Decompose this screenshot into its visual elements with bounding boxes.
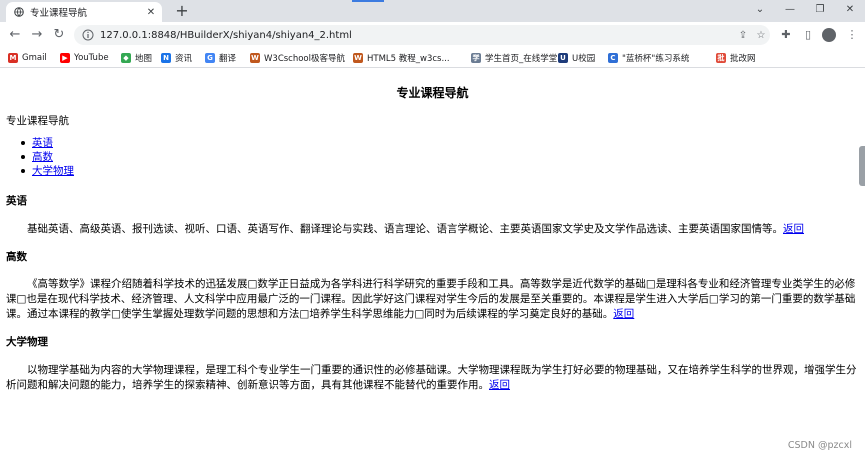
page-heading: 专业课程导航 — [396, 86, 469, 100]
extensions-icon[interactable]: ✚ — [778, 27, 794, 43]
paragraph-text: 基础英语、高级英语、报刊选读、视听、口语、英语写作、翻译理论与实践、语言理论、语… — [27, 223, 783, 235]
list-item: 英语 — [21, 136, 74, 150]
bookmark-label: 翻译 — [219, 54, 237, 64]
gmail-icon: M — [8, 53, 18, 63]
chevron-down-icon[interactable]: ⌄ — [746, 0, 774, 22]
maps-icon: ◆ — [121, 53, 131, 63]
back-link[interactable]: 返回 — [489, 379, 510, 391]
bookmark-star-icon[interactable]: ☆ — [752, 30, 770, 41]
close-tab-icon[interactable]: ✕ — [144, 7, 158, 18]
restore-icon[interactable]: ❐ — [806, 0, 834, 22]
w3cschool-icon: W — [250, 53, 260, 63]
section-heading-english: 英语 — [6, 195, 27, 207]
news-icon: N — [161, 53, 171, 63]
nav-link-english[interactable]: 英语 — [32, 137, 53, 149]
back-link[interactable]: 返回 — [783, 223, 804, 235]
bookmark-item[interactable]: 批批改网 — [716, 51, 756, 65]
translate-icon: G — [205, 53, 215, 63]
bookmark-label: 批改网 — [730, 54, 756, 64]
nav-link-physics[interactable]: 大学物理 — [32, 165, 74, 177]
tab-strip-accent — [352, 0, 384, 2]
course-nav-list: 英语 高数 大学物理 — [21, 136, 74, 178]
bookmark-label: 学生首页_在线学堂... — [485, 54, 566, 64]
browser-toolbar: ← → ↻ ⇪ ☆ ✚ ▯ ⋮ — [0, 22, 865, 48]
xuetang-icon: 学 — [471, 53, 481, 63]
menu-kebab-icon[interactable]: ⋮ — [844, 27, 860, 43]
section-text-physics: 以物理学基础为内容的大学物理课程，是理工科个专业学生一门重要的通识性的必修基础课… — [6, 363, 858, 393]
section-text-english: 基础英语、高级英语、报刊选读、视听、口语、英语写作、翻译理论与实践、语言理论、语… — [6, 222, 858, 237]
section-text-math: 《高等数学》课程介绍随着科学技术的迅猛发展□数学正日益成为各学科进行科学研究的重… — [6, 277, 858, 322]
title-bar: 专业课程导航 ✕ + ⌄ — ❐ ✕ — [0, 0, 865, 22]
bookmark-item[interactable]: M Gmail — [8, 51, 47, 65]
bookmark-item[interactable]: N 资讯 — [161, 51, 192, 65]
pigai-icon: 批 — [716, 53, 726, 63]
bookmark-item[interactable]: 学学生首页_在线学堂... — [471, 51, 565, 65]
page-content: 专业课程导航 专业课程导航 英语 高数 大学物理 英语 基础英语、高级英语、报刊… — [0, 68, 865, 462]
bookmark-label: HTML5 教程_w3cs... — [367, 54, 450, 64]
w3cschool-icon: W — [353, 53, 363, 63]
bookmark-item[interactable]: C "蓝桥杯"练习系统 — [608, 51, 689, 65]
bookmark-label: Gmail — [22, 53, 47, 63]
bookmark-item[interactable]: W HTML5 教程_w3cs... — [353, 51, 450, 65]
section-heading-physics: 大学物理 — [6, 336, 48, 348]
reload-icon[interactable]: ↻ — [50, 26, 68, 44]
lanqiao-icon: C — [608, 53, 618, 63]
site-info-icon[interactable] — [82, 29, 94, 41]
bookmark-label: 资讯 — [175, 54, 193, 64]
bookmarks-bar: M Gmail ▶ YouTube ◆ 地图 N 资讯 G 翻译 W W3Cschool极客导航 W HT… — [0, 48, 865, 68]
paragraph-text: 《高等数学》课程介绍随着科学技术的迅猛发展□数学正日益成为各学科进行科学研究的重… — [6, 278, 856, 320]
bookmark-label: 地图 — [135, 54, 153, 64]
globe-icon — [14, 7, 24, 17]
bookmark-item[interactable]: ◆ 地图 — [121, 51, 152, 65]
back-icon[interactable]: ← — [6, 26, 24, 44]
watermark: CSDN @pzcxl — [787, 440, 852, 451]
youtube-icon: ▶ — [60, 53, 70, 63]
list-item: 大学物理 — [21, 164, 74, 178]
uxiaoyuan-icon: U — [558, 53, 568, 63]
side-panel-icon[interactable]: ▯ — [800, 27, 816, 43]
bookmark-item[interactable]: U U校园 — [558, 51, 595, 65]
browser-tab[interactable]: 专业课程导航 ✕ — [6, 2, 162, 22]
bookmark-label: U校园 — [572, 54, 596, 64]
share-icon[interactable]: ⇪ — [734, 30, 752, 41]
side-handle[interactable] — [859, 146, 865, 186]
paragraph-text: 以物理学基础为内容的大学物理课程，是理工科个专业学生一门重要的通识性的必修基础课… — [6, 364, 857, 391]
bookmark-item[interactable]: ▶ YouTube — [60, 51, 109, 65]
list-item: 高数 — [21, 150, 74, 164]
nav-link-math[interactable]: 高数 — [32, 151, 53, 163]
new-tab-icon[interactable]: + — [172, 2, 192, 20]
bookmark-item[interactable]: W W3Cschool极客导航 — [250, 51, 345, 65]
bookmark-item[interactable]: G 翻译 — [205, 51, 236, 65]
intro-text: 专业课程导航 — [6, 115, 69, 127]
bookmark-label: "蓝桥杯"练习系统 — [622, 54, 690, 64]
bookmark-label: YouTube — [74, 53, 109, 63]
profile-avatar-icon[interactable] — [822, 28, 836, 42]
back-link[interactable]: 返回 — [613, 308, 634, 320]
close-window-icon[interactable]: ✕ — [836, 0, 864, 22]
address-bar[interactable]: ⇪ ☆ — [74, 25, 770, 45]
forward-icon[interactable]: → — [28, 26, 46, 44]
tab-title: 专业课程导航 — [30, 8, 88, 19]
section-heading-math: 高数 — [6, 251, 27, 263]
minimize-icon[interactable]: — — [776, 0, 804, 22]
bookmark-label: W3Cschool极客导航 — [264, 54, 345, 64]
url-input[interactable] — [100, 29, 734, 41]
